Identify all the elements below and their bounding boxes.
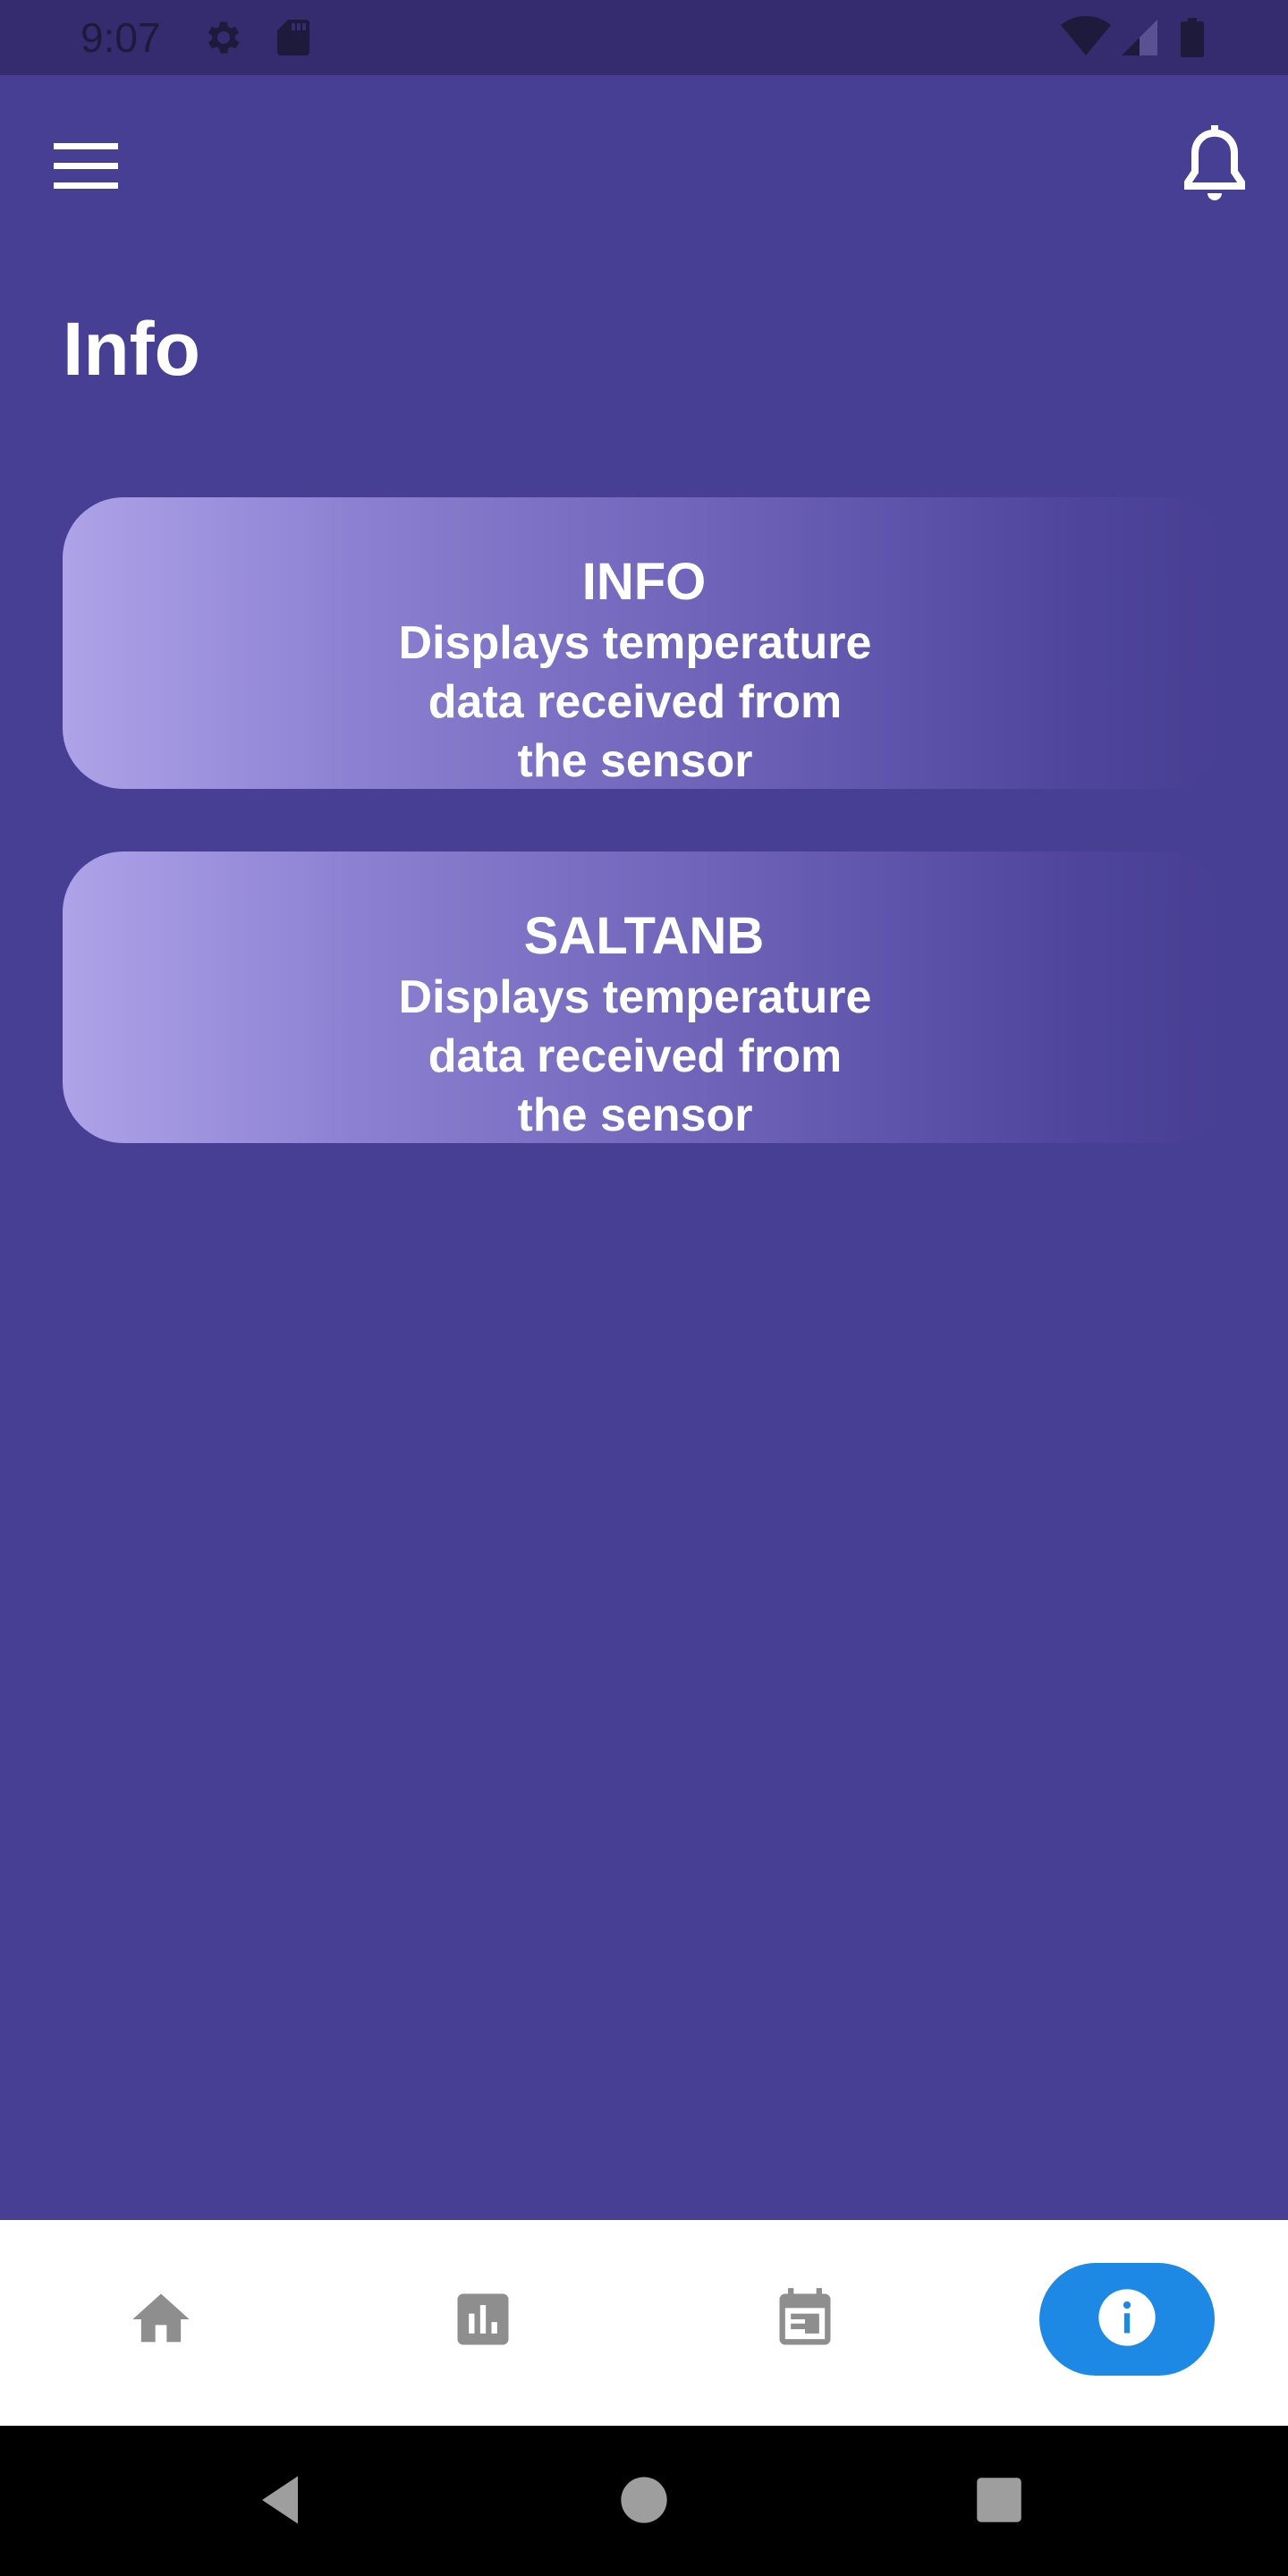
recents-button[interactable] bbox=[959, 2462, 1039, 2542]
menu-button[interactable] bbox=[48, 131, 123, 206]
battery-icon bbox=[1179, 16, 1206, 64]
saltanb-card[interactable]: SALTANB Displays temperature data receiv… bbox=[63, 852, 1225, 1143]
bell-icon bbox=[1172, 125, 1258, 211]
nav-home[interactable] bbox=[103, 2263, 219, 2379]
home-icon bbox=[127, 2285, 195, 2358]
card-description: Displays temperature data received from … bbox=[398, 971, 872, 1141]
back-icon bbox=[255, 2471, 312, 2533]
status-time: 9:07 bbox=[80, 14, 161, 61]
bar-chart-icon bbox=[449, 2285, 517, 2358]
wifi-icon bbox=[1061, 15, 1111, 64]
card-title: SALTANB bbox=[523, 907, 765, 965]
home-system-button[interactable] bbox=[604, 2462, 684, 2542]
settings-icon bbox=[202, 16, 245, 64]
app-bar bbox=[0, 75, 1288, 254]
calendar-icon bbox=[771, 2285, 839, 2358]
nav-statistics[interactable] bbox=[425, 2263, 541, 2379]
card-title: INFO bbox=[581, 553, 707, 611]
status-bar: 9:07 bbox=[0, 0, 1288, 75]
card-description: Displays temperature data received from … bbox=[398, 617, 872, 787]
back-button[interactable] bbox=[243, 2462, 324, 2542]
sd-card-icon bbox=[274, 16, 313, 64]
info-icon bbox=[1093, 2284, 1161, 2356]
signal-icon bbox=[1118, 16, 1159, 64]
nav-calendar[interactable] bbox=[747, 2263, 863, 2379]
bottom-navigation bbox=[0, 2220, 1288, 2426]
nav-info[interactable] bbox=[1039, 2263, 1215, 2376]
recents-icon bbox=[975, 2476, 1023, 2529]
notifications-button[interactable] bbox=[1172, 122, 1258, 208]
system-navigation-bar bbox=[0, 2426, 1288, 2576]
home-circle-icon bbox=[619, 2475, 669, 2529]
info-card[interactable]: INFO Displays temperature data received … bbox=[63, 497, 1225, 789]
page-title: Info bbox=[63, 307, 200, 391]
menu-icon bbox=[48, 143, 123, 209]
